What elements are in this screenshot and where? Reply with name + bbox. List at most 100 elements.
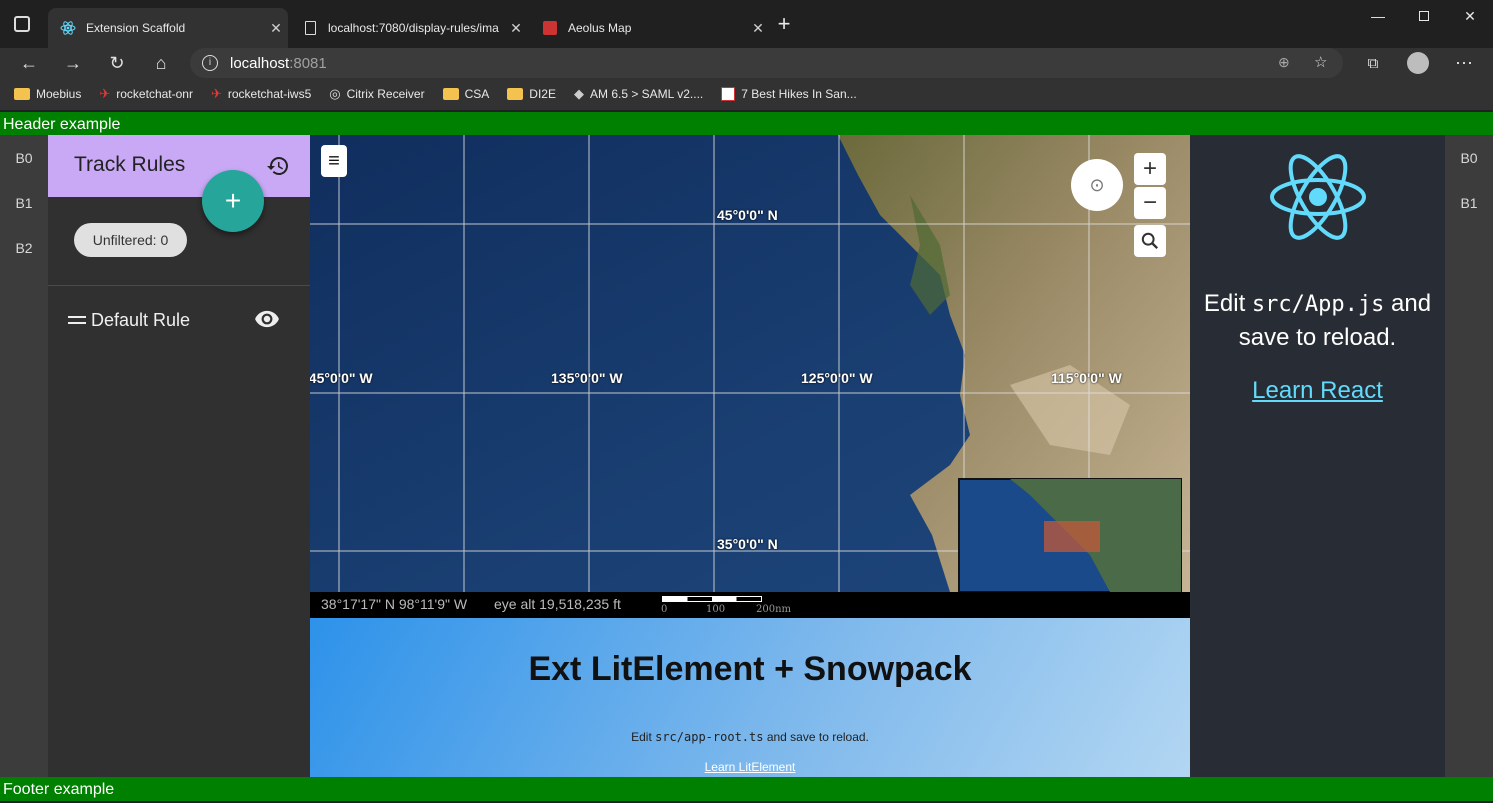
page-favicon-icon: [302, 20, 318, 36]
back-icon[interactable]: ←: [14, 48, 44, 78]
maximize-icon[interactable]: [1401, 0, 1447, 32]
favorite-star-icon[interactable]: ☆: [1314, 53, 1327, 71]
forward-icon[interactable]: →: [58, 48, 88, 78]
lit-element-panel: Ext LitElement + Snowpack Edit src/app-r…: [310, 618, 1190, 777]
tab-title: Extension Scaffold: [86, 21, 186, 35]
divider: [48, 285, 310, 286]
rail-button-b0[interactable]: B0: [1445, 150, 1493, 166]
tab-actions-icon[interactable]: [14, 16, 30, 32]
right-rail: B0 B1: [1445, 135, 1493, 777]
track-rules-header: Track Rules: [48, 135, 310, 197]
rocketchat-icon: ✈: [99, 86, 111, 101]
react-edit-prefix: Edit: [1203, 290, 1252, 317]
scale-label-0: 0: [661, 604, 668, 615]
url-port: :8081: [289, 54, 327, 72]
rocketchat-icon: ✈: [210, 86, 222, 101]
rail-button-b0[interactable]: B0: [0, 150, 48, 166]
footer-banner: Footer example: [0, 777, 1493, 801]
lat-label-45n: 45°0'0" N: [717, 207, 778, 223]
zoom-in-button[interactable]: +: [1134, 153, 1166, 185]
scale-label-100: 100: [706, 604, 726, 615]
profile-avatar[interactable]: [1403, 48, 1433, 78]
lon-label-125w: 125°0'0" W: [801, 370, 873, 386]
lon-label-135w: 135°0'0" W: [551, 370, 623, 386]
scale-label-200: 200nm: [756, 604, 792, 615]
collections-icon[interactable]: ⧉: [1358, 48, 1388, 78]
folder-icon: [442, 88, 459, 100]
home-icon[interactable]: ⌂: [146, 48, 176, 78]
scale-bar: [662, 596, 762, 602]
aeolus-favicon-icon: [542, 20, 558, 36]
more-menu-icon[interactable]: ⋯: [1449, 48, 1479, 78]
learn-litelement-link[interactable]: Learn LitElement: [310, 760, 1190, 774]
globe-map[interactable]: 45°0'0" N 35°0'0" N 145°0'0" W 135°0'0" …: [310, 135, 1190, 592]
learn-react-link[interactable]: Learn React: [1190, 377, 1445, 405]
lit-edit-code: src/app-root.ts: [655, 730, 764, 744]
lit-edit-prefix: Edit: [631, 730, 656, 744]
rule-label: Default Rule: [91, 309, 191, 330]
zoom-icon[interactable]: ⊕: [1278, 54, 1290, 71]
track-rules-title: Track Rules: [74, 153, 186, 176]
react-logo-icon: [1268, 145, 1368, 249]
react-favicon-icon: [60, 20, 76, 36]
bookmark-am-saml[interactable]: ◆ AM 6.5 > SAML v2....: [574, 86, 703, 102]
tab-display-rules[interactable]: localhost:7080/display-rules/ima ✕: [290, 8, 528, 48]
add-rule-button[interactable]: +: [202, 170, 264, 232]
drag-handle-icon[interactable]: [68, 316, 86, 324]
tab-close-icon[interactable]: ✕: [264, 20, 288, 37]
rail-button-b1[interactable]: B1: [0, 195, 48, 211]
map-menu-icon[interactable]: ≡: [321, 145, 347, 177]
folder-icon: [507, 88, 524, 100]
browser-nav-bar: ← → ↻ ⌂ i localhost:8081 ⊕ ☆ ⧉ ⋯: [0, 48, 1493, 78]
lon-label-115w: 115°0'0" W: [1051, 370, 1122, 386]
track-rules-panel: Track Rules + Unfiltered: 0 Default Rule: [48, 135, 310, 777]
zoom-out-button[interactable]: −: [1134, 187, 1166, 219]
lat-label-35n: 35°0'0" N: [717, 536, 778, 552]
minimize-icon[interactable]: —: [1355, 0, 1401, 32]
map-status-bar: 38°17'17" N 98°11'9" W eye alt 19,518,23…: [310, 592, 1190, 618]
tab-close-icon[interactable]: ✕: [504, 20, 528, 37]
map-imagery: [310, 135, 1190, 592]
citrix-icon: ◎: [329, 86, 341, 101]
site-info-icon[interactable]: i: [202, 55, 218, 71]
pan-compass-icon[interactable]: ⊙: [1071, 159, 1123, 211]
rail-button-b1[interactable]: B1: [1445, 195, 1493, 211]
close-window-icon[interactable]: ✕: [1447, 0, 1493, 32]
bookmark-hikes[interactable]: 7 Best Hikes In San...: [721, 87, 857, 101]
bookmark-csa[interactable]: CSA: [442, 87, 489, 101]
address-bar[interactable]: i localhost:8081 ⊕ ☆: [190, 48, 1343, 78]
left-rail: B0 B1 B2: [0, 135, 48, 777]
header-banner: Header example: [0, 112, 1493, 135]
cursor-coordinates: 38°17'17" N 98°11'9" W: [321, 596, 468, 612]
visibility-eye-icon[interactable]: [254, 309, 280, 329]
new-tab-button[interactable]: +: [772, 12, 796, 36]
lit-title: Ext LitElement + Snowpack: [528, 650, 972, 688]
tab-aeolus-map[interactable]: Aeolus Map ✕: [530, 8, 770, 48]
bookmark-di2e[interactable]: DI2E: [507, 87, 556, 101]
search-icon[interactable]: [1134, 225, 1166, 257]
unfiltered-chip[interactable]: Unfiltered: 0: [74, 223, 187, 257]
bookmark-citrix[interactable]: ◎ Citrix Receiver: [329, 86, 424, 102]
bookmarks-bar: Moebius ✈ rocketchat-onr ✈ rocketchat-iws5…: [0, 78, 1493, 110]
rail-button-b2[interactable]: B2: [0, 240, 48, 256]
lit-edit-text: Edit src/app-root.ts and save to reload.: [310, 730, 1190, 744]
react-panel: Edit src/App.js and save to reload. Lear…: [1190, 135, 1445, 777]
refresh-icon[interactable]: ↻: [102, 48, 132, 78]
folder-icon: [14, 88, 30, 100]
bookmark-moebius[interactable]: Moebius: [14, 87, 81, 101]
eye-altitude: eye alt 19,518,235 ft: [494, 596, 621, 612]
browser-tab-bar: Extension Scaffold ✕ localhost:7080/disp…: [0, 0, 1493, 48]
lon-label-145w: 145°0'0" W: [310, 370, 373, 386]
am-icon: ◆: [573, 86, 584, 101]
react-edit-code: src/App.js: [1251, 292, 1385, 317]
tab-close-icon[interactable]: ✕: [746, 20, 770, 37]
lit-edit-suffix: and save to reload.: [763, 730, 869, 744]
bookmark-rocketchat-onr[interactable]: ✈ rocketchat-onr: [99, 86, 193, 102]
react-edit-text: Edit src/App.js and save to reload.: [1190, 287, 1445, 354]
history-icon[interactable]: [266, 154, 290, 178]
tab-extension-scaffold[interactable]: Extension Scaffold ✕: [48, 8, 288, 48]
bookmark-rocketchat-iws5[interactable]: ✈ rocketchat-iws5: [211, 86, 311, 102]
tab-title: Aeolus Map: [568, 21, 632, 35]
url-host: localhost: [230, 54, 290, 72]
rule-item-default[interactable]: Default Rule: [68, 307, 288, 333]
